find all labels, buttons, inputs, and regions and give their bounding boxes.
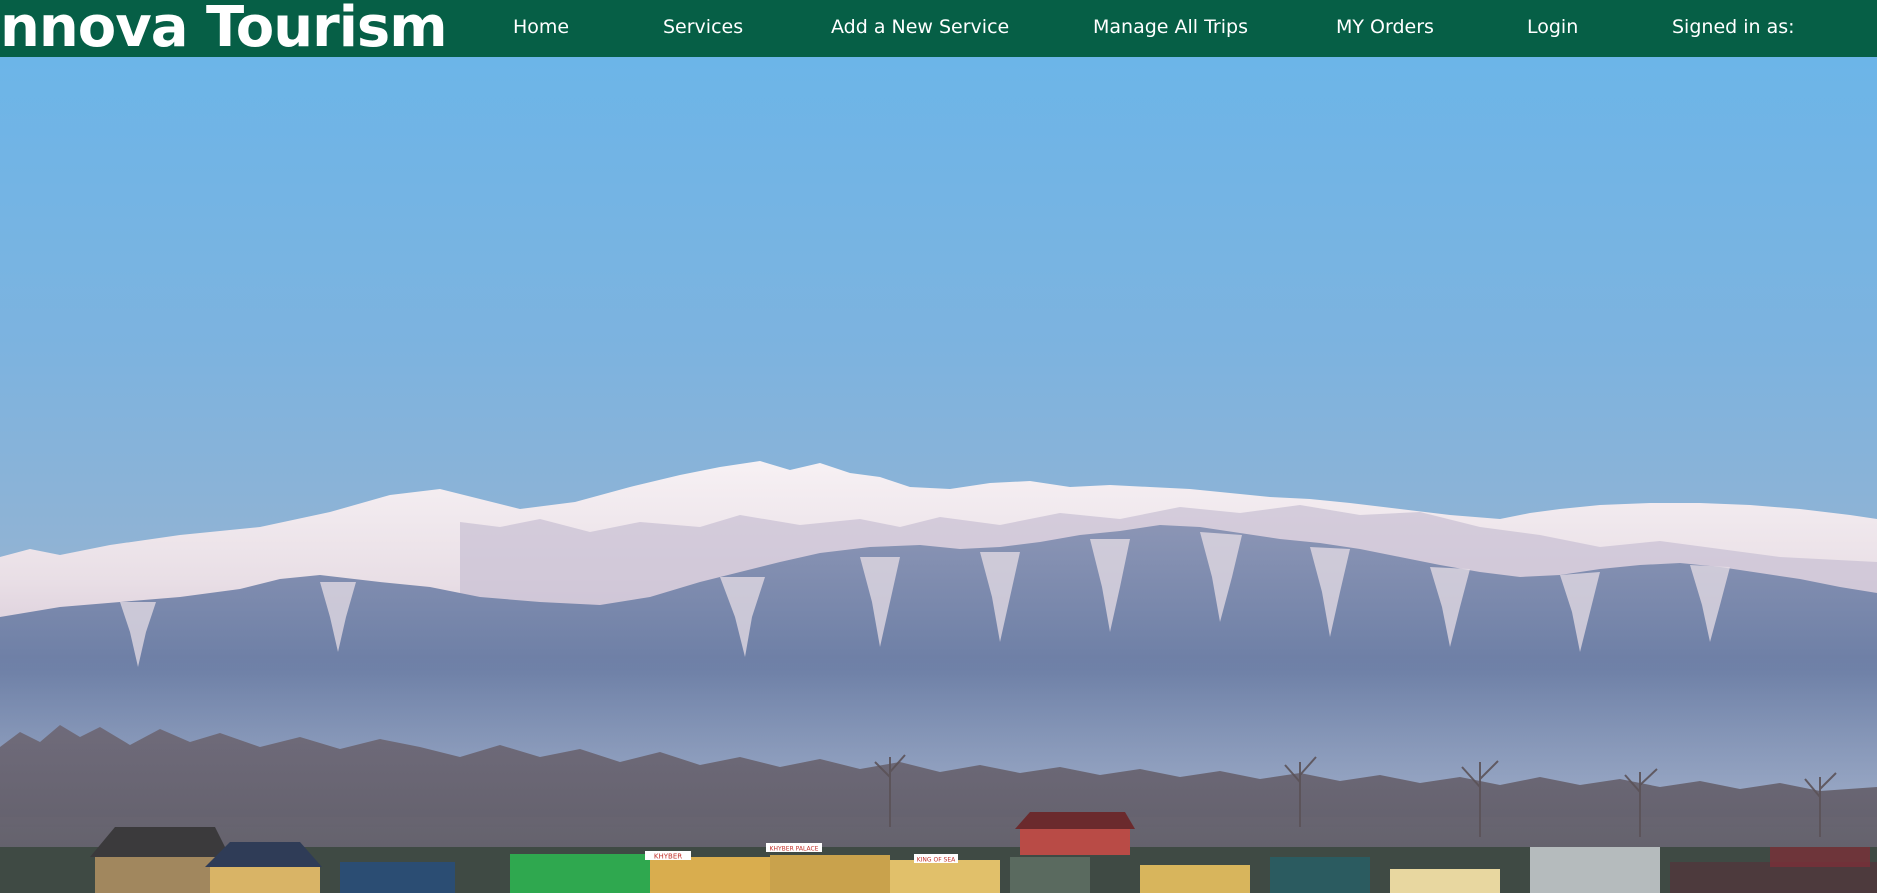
nav-home-link[interactable]: Home — [513, 14, 569, 40]
nav-login-link[interactable]: Login — [1527, 14, 1578, 40]
nav-manage-trips-link[interactable]: Manage All Trips — [1093, 14, 1248, 40]
nav-services-link[interactable]: Services — [663, 14, 743, 40]
hero-landscape-illustration: KHYBER KHYBER PALACE KING OF SEA — [0, 57, 1877, 893]
nav-add-service-link[interactable]: Add a New Service — [831, 14, 1009, 40]
svg-text:KING OF SEA: KING OF SEA — [917, 857, 956, 864]
top-navbar: nnova Tourism Home Services Add a New Se… — [0, 0, 1877, 60]
svg-text:KHYBER PALACE: KHYBER PALACE — [770, 846, 819, 853]
hero-banner-image: KHYBER KHYBER PALACE KING OF SEA — [0, 57, 1877, 893]
brand-title[interactable]: nnova Tourism — [0, 0, 448, 62]
nav-my-orders-link[interactable]: MY Orders — [1336, 14, 1434, 40]
signed-in-label: Signed in as: — [1672, 16, 1795, 38]
page: nnova Tourism Home Services Add a New Se… — [0, 0, 1877, 893]
svg-text:KHYBER: KHYBER — [654, 853, 682, 861]
